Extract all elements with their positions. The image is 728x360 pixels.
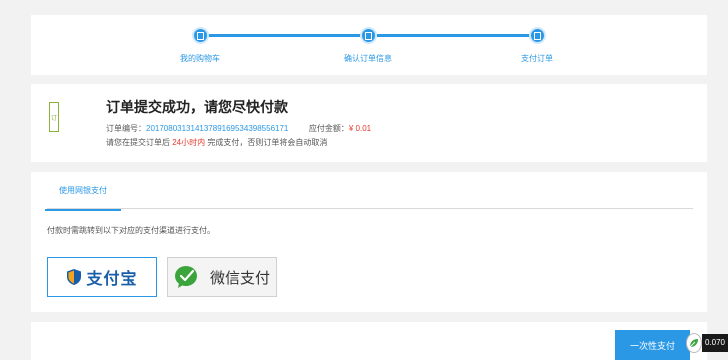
alipay-label: 支付宝	[86, 271, 138, 288]
order-icon: 订	[49, 102, 59, 132]
step-cart-icon	[192, 27, 209, 44]
step-cart-label: 我的购物车	[180, 54, 220, 63]
payment-note: 付款时需跳转到以下对应的支付渠道进行支付。	[47, 226, 215, 235]
tab-divider	[47, 208, 693, 209]
order-summary: 订 订单提交成功，请您尽快付款 订单编号：2017080313141378916…	[31, 84, 707, 162]
float-value: 0.070	[701, 334, 728, 352]
amount-label: 应付金额：	[308, 124, 349, 133]
alipay-option[interactable]: 支付宝	[47, 257, 157, 297]
notice-prefix: 请您在提交订单后	[106, 138, 173, 147]
tab-online-banking[interactable]: 使用网银支付	[45, 172, 121, 211]
step-connector	[201, 34, 367, 37]
notice-deadline: 24小时内	[172, 138, 206, 147]
order-number-value: 20170803131413789169534398556171	[146, 124, 289, 133]
order-title: 订单提交成功，请您尽快付款	[106, 99, 288, 115]
step-pay-icon	[529, 27, 546, 44]
order-number-label: 订单编号：	[106, 124, 146, 133]
wechat-icon	[174, 266, 197, 288]
notice-suffix: 完成支付，否则订单将会自动取消	[205, 138, 328, 147]
checkout-steps: 我的购物车 确认订单信息 支付订单	[31, 15, 707, 75]
step-pay-label: 支付订单	[521, 54, 553, 63]
wechat-pay-option[interactable]: 微信支付	[167, 257, 277, 297]
pay-now-button[interactable]: 一次性支付	[615, 330, 690, 360]
step-confirm-icon	[360, 27, 377, 44]
amount-value: ¥ 0.01	[348, 124, 372, 133]
order-notice: 请您在提交订单后 24小时内 完成支付，否则订单将会自动取消	[106, 137, 327, 148]
step-confirm-label: 确认订单信息	[344, 54, 392, 63]
leaf-icon	[686, 333, 702, 353]
order-number-row: 订单编号：20170803131413789169534398556171 应付…	[106, 123, 371, 134]
checkout-footer: 一次性支付	[31, 322, 707, 360]
step-connector	[377, 34, 537, 37]
wechat-pay-label: 微信支付	[209, 269, 270, 287]
float-widget[interactable]: 0.070	[686, 332, 728, 354]
payment-panel: 使用网银支付 付款时需跳转到以下对应的支付渠道进行支付。 支付宝 微信支付	[31, 172, 707, 312]
alipay-shield-icon	[67, 269, 82, 285]
